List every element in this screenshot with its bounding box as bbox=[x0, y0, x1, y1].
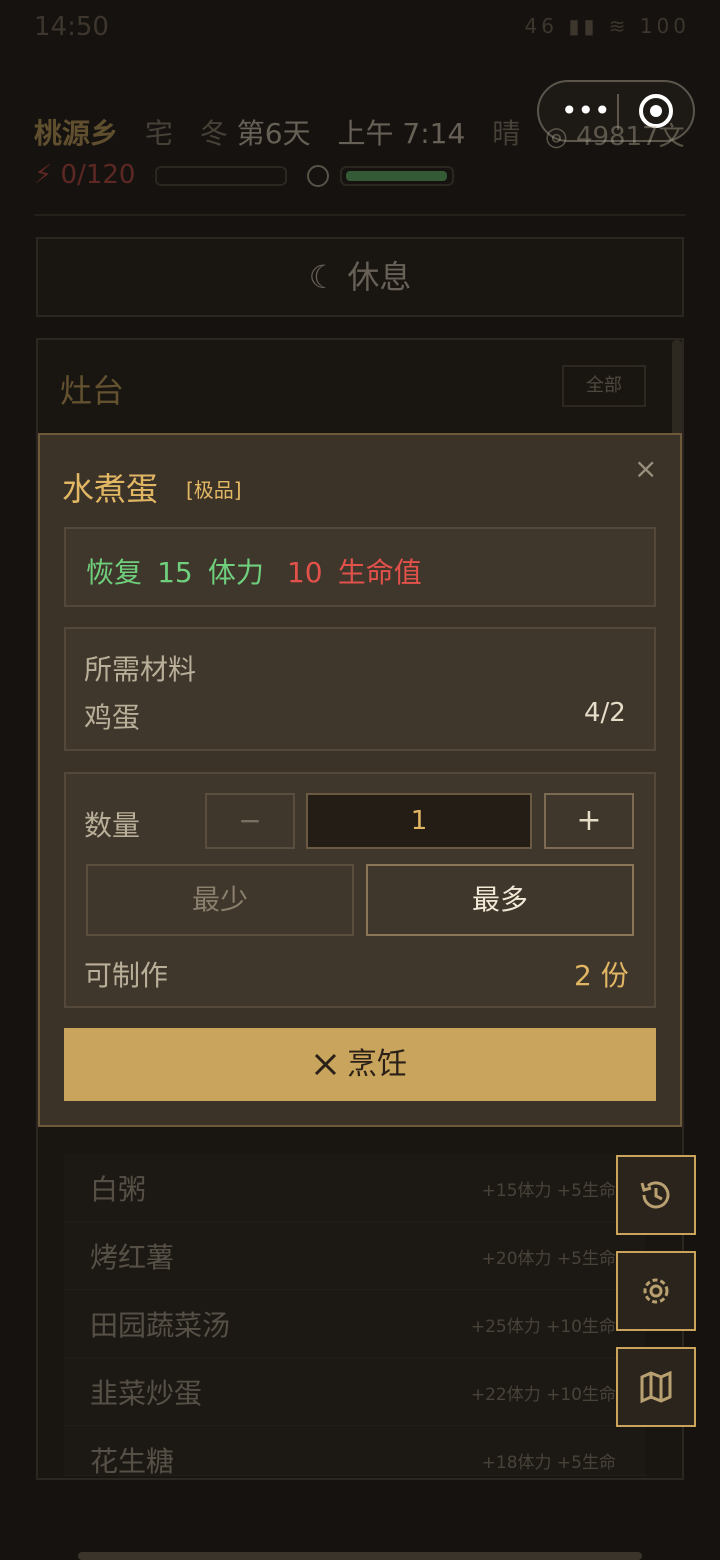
map-icon bbox=[640, 1370, 672, 1404]
quality-badge: [极品] bbox=[186, 478, 242, 502]
modal-title: 水煮蛋 bbox=[62, 470, 159, 508]
settings-button[interactable] bbox=[616, 1251, 696, 1331]
cook-button-label: 烹饪 bbox=[347, 1047, 407, 1082]
min-button[interactable]: 最少 bbox=[86, 864, 354, 936]
village-name: 桃源乡 bbox=[34, 117, 119, 150]
filter-all-button[interactable]: 全部 bbox=[562, 365, 646, 407]
recipe-row[interactable]: 花生糖 +18体力 +5生命 bbox=[64, 1426, 646, 1478]
materials-box bbox=[64, 627, 656, 751]
history-button[interactable] bbox=[616, 1155, 696, 1235]
status-icons: 46 ▮▮ ≋ 100 bbox=[524, 14, 690, 38]
clock-icon bbox=[307, 165, 329, 187]
map-button[interactable] bbox=[616, 1347, 696, 1427]
quantity-label: 数量 bbox=[84, 809, 141, 842]
craftable-label: 可制作 bbox=[84, 959, 169, 992]
effect-restore: 恢复 bbox=[86, 556, 143, 589]
status-bar: 14:50 46 ▮▮ ≋ 100 bbox=[0, 0, 720, 56]
effect-hp-label: 生命值 bbox=[337, 556, 422, 589]
weather: 晴 bbox=[492, 117, 521, 150]
material-name: 鸡蛋 bbox=[84, 701, 141, 734]
recipe-name: 花生糖 bbox=[90, 1445, 175, 1478]
decrement-button[interactable]: − bbox=[205, 793, 295, 849]
recipe-row[interactable]: 烤红薯 +20体力 +5生命 bbox=[64, 1222, 646, 1290]
recipe-name: 田园蔬菜汤 bbox=[90, 1309, 231, 1342]
quantity-input[interactable]: 1 bbox=[306, 793, 532, 849]
recipe-row[interactable]: 白粥 +15体力 +5生命 bbox=[64, 1154, 646, 1222]
effect-stamina-value: 15 bbox=[157, 556, 193, 589]
effect-box: 恢复 15 体力 10 生命值 bbox=[64, 527, 656, 607]
recipe-effect: +15体力 +5生命 bbox=[481, 1181, 616, 1201]
effect-stamina-label: 体力 bbox=[207, 556, 264, 589]
material-count: 4/2 bbox=[584, 698, 626, 728]
materials-title: 所需材料 bbox=[84, 653, 197, 686]
day-count: 第6天 bbox=[236, 117, 311, 150]
close-icon[interactable]: × bbox=[634, 452, 657, 485]
header-divider bbox=[34, 214, 686, 216]
recipe-effect: +20体力 +5生命 bbox=[481, 1249, 616, 1269]
stamina-bar bbox=[155, 166, 287, 186]
cook-button[interactable]: 烹饪 bbox=[64, 1028, 656, 1101]
status-time: 14:50 bbox=[34, 12, 109, 42]
effect-hp-value: 10 bbox=[286, 556, 323, 589]
recipe-effect: +22体力 +10生命 bbox=[470, 1385, 616, 1405]
max-button[interactable]: 最多 bbox=[366, 864, 634, 936]
recipe-name: 白粥 bbox=[90, 1173, 147, 1206]
home-indicator bbox=[78, 1552, 642, 1560]
money: ◎ 49817文 bbox=[545, 122, 685, 152]
recipe-row[interactable]: 田园蔬菜汤 +25体力 +10生命 bbox=[64, 1290, 646, 1358]
location-home: 宅 bbox=[144, 117, 173, 150]
rest-button[interactable]: ☾ 休息 bbox=[36, 237, 684, 317]
recipe-effect: +25体力 +10生命 bbox=[470, 1317, 616, 1337]
recipe-name: 烤红薯 bbox=[90, 1241, 175, 1274]
game-clock: 上午 7:14 bbox=[337, 117, 466, 150]
recipe-row[interactable]: 韭菜炒蛋 +22体力 +10生命 bbox=[64, 1358, 646, 1426]
header-info: 桃源乡 宅 冬 第6天 上午 7:14 晴 bbox=[34, 112, 520, 152]
season: 冬 bbox=[199, 117, 228, 150]
craftable-value: 2 份 bbox=[574, 959, 629, 992]
utensils-icon bbox=[314, 1053, 337, 1076]
time-bar bbox=[340, 166, 454, 186]
recipe-effect: +18体力 +5生命 bbox=[481, 1453, 616, 1473]
history-icon bbox=[640, 1181, 670, 1209]
gear-icon bbox=[643, 1278, 669, 1304]
increment-button[interactable]: + bbox=[544, 793, 634, 849]
stamina-readout: ⚡ 0/120 bbox=[34, 160, 136, 190]
stove-title: 灶台 bbox=[60, 372, 125, 410]
time-bar-fill bbox=[346, 171, 447, 181]
recipe-name: 韭菜炒蛋 bbox=[90, 1377, 203, 1410]
